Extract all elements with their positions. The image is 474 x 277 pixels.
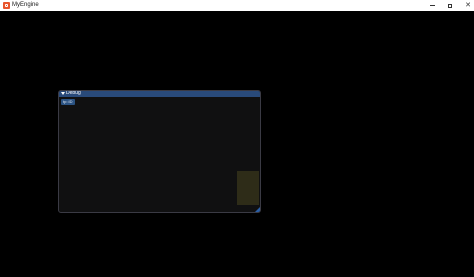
resize-grip-icon[interactable] — [255, 207, 260, 212]
debug-id-button[interactable]: tp::ID — [61, 99, 75, 105]
debug-window-titlebar[interactable]: Debug — [59, 91, 260, 97]
minimize-icon — [429, 5, 435, 6]
maximize-button[interactable] — [441, 0, 459, 11]
debug-window[interactable]: Debug tp::ID — [58, 90, 261, 213]
debug-window-title: Debug — [66, 90, 81, 96]
window-title: MyEngine — [12, 2, 39, 8]
app-logo-icon — [3, 2, 10, 9]
resize-highlight — [237, 171, 259, 205]
close-button[interactable]: ✕ — [459, 0, 474, 11]
minimize-button[interactable] — [423, 0, 441, 11]
close-icon: ✕ — [465, 2, 471, 9]
maximize-icon — [448, 3, 452, 8]
triangle-down-icon[interactable] — [61, 92, 65, 95]
window-titlebar[interactable]: MyEngine ✕ — [0, 0, 474, 11]
